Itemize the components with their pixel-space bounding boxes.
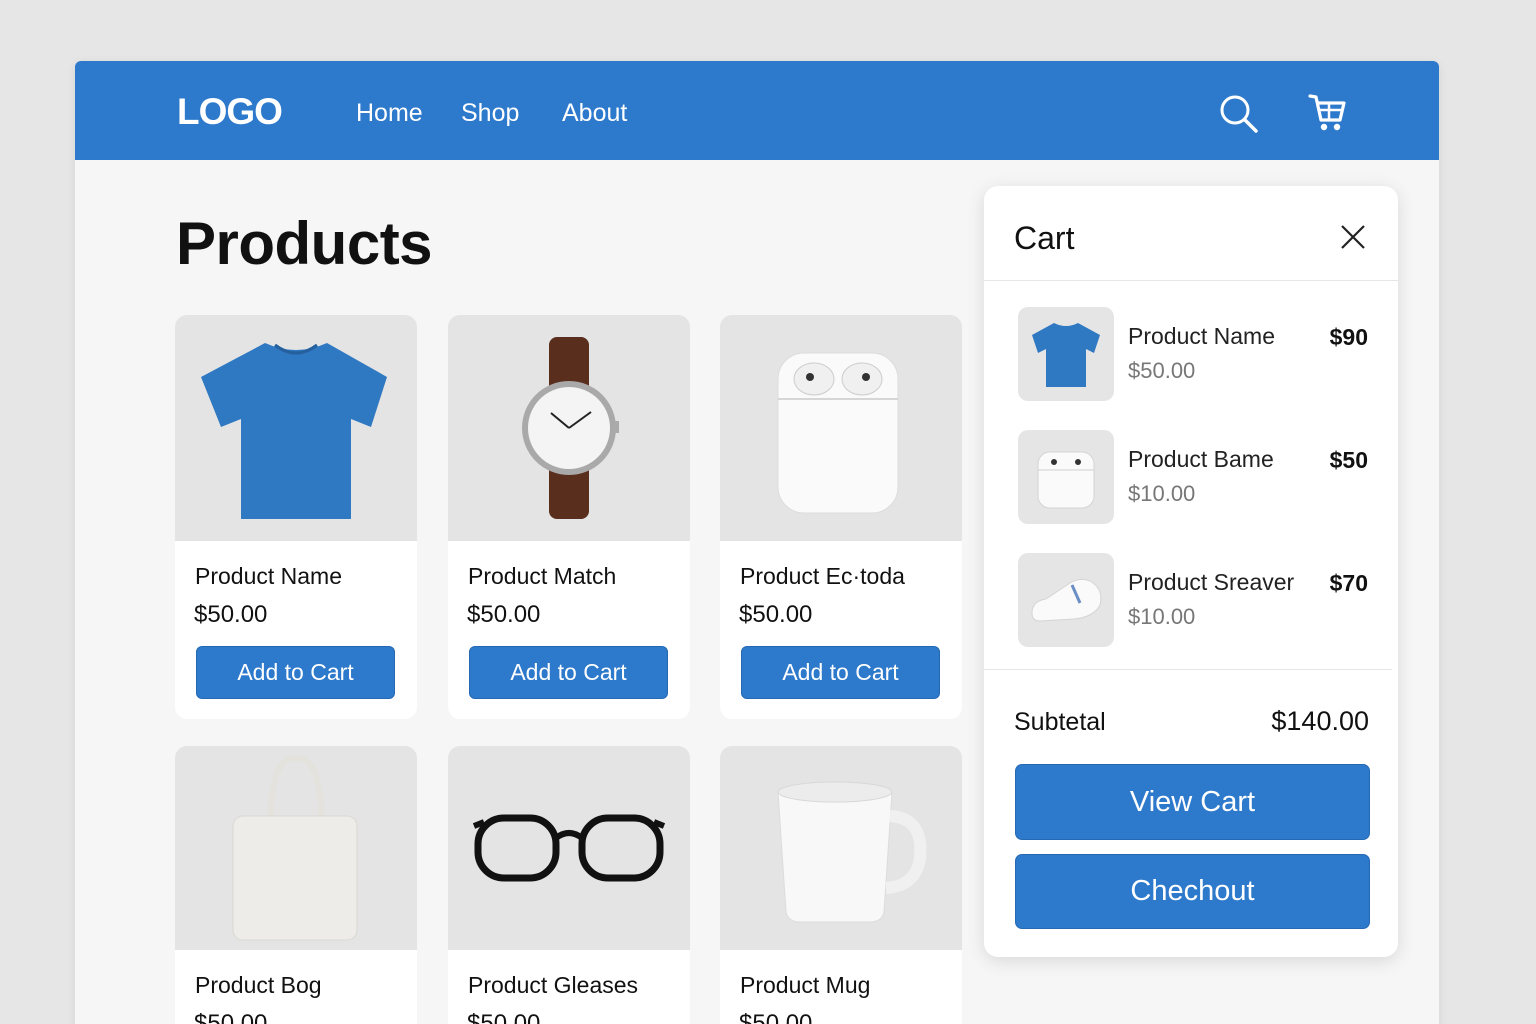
cart-item[interactable]: Product Sreaver $10.00 $70 [984,553,1398,649]
product-price: $50.00 [194,601,268,628]
top-navbar: LOGO Home Shop About [75,61,1439,160]
product-image-watch[interactable] [448,315,690,541]
checkout-button[interactable]: Chechout [1015,854,1370,929]
product-name: Product Match [468,563,617,589]
product-image-earbuds[interactable] [720,315,962,541]
product-image-tote-bag[interactable] [175,746,417,950]
cart-panel: Cart Product Name $50.00 $90 Product Bam… [984,186,1398,957]
add-to-cart-button[interactable]: Add to Cart [196,646,395,699]
cart-icon[interactable] [1307,92,1347,139]
cart-item-total: $90 [1329,324,1368,350]
product-price: $50.00 [467,1010,541,1024]
nav-home[interactable]: Home [356,99,423,128]
cart-item-image-earbuds [1018,430,1114,524]
product-image-tshirt[interactable] [175,315,417,541]
product-price: $50.00 [194,1010,268,1024]
product-card: Product Name $50.00 Add to Cart [175,315,417,719]
subtotal-label: Subtetal [1014,708,1106,736]
cart-item-name: Product Name [1128,323,1276,349]
product-card: Product Mug $50.00 [720,746,962,1024]
add-to-cart-button[interactable]: Add to Cart [469,646,668,699]
product-name: Product Mug [740,972,871,998]
cart-item[interactable]: Product Bame $10.00 $50 [984,430,1398,526]
cart-item-name: Product Sreaver [1128,569,1295,595]
close-icon[interactable] [1339,223,1367,256]
cart-title: Cart [1014,220,1075,256]
product-price: $50.00 [739,1010,813,1024]
logo[interactable]: LOGO [177,91,283,133]
product-card: Product Match $50.00 Add to Cart [448,315,690,719]
product-image-glasses[interactable] [448,746,690,950]
product-image-mug[interactable] [720,746,962,950]
product-name: Product Ec·toda [740,563,905,589]
nav-about[interactable]: About [562,99,627,128]
nav-shop[interactable]: Shop [461,99,519,128]
subtotal-value: $140.00 [1271,706,1369,736]
view-cart-button[interactable]: View Cart [1015,764,1370,840]
product-name: Product Name [195,563,343,589]
product-price: $50.00 [467,601,541,628]
cart-item-image-sneaker [1018,553,1114,647]
product-name: Product Bog [195,972,322,998]
add-to-cart-button[interactable]: Add to Cart [741,646,940,699]
product-card: Product Ec·toda $50.00 Add to Cart [720,315,962,719]
product-card: Product Gleases $50.00 [448,746,690,1024]
cart-item-name: Product Bame [1128,446,1274,472]
search-icon[interactable] [1219,94,1259,139]
cart-item[interactable]: Product Name $50.00 $90 [984,307,1398,403]
cart-item-total: $70 [1329,570,1368,596]
cart-item-price: $10.00 [1128,481,1196,506]
product-name: Product Gleases [468,972,639,998]
product-card: Product Bog $50.00 [175,746,417,1024]
cart-item-price: $50.00 [1128,358,1196,383]
product-price: $50.00 [739,601,813,628]
page-title: Products [176,210,433,277]
cart-item-price: $10.00 [1128,604,1196,629]
divider [984,669,1392,670]
cart-item-image-tshirt [1018,307,1114,401]
cart-item-total: $50 [1329,447,1368,473]
divider [984,280,1398,281]
